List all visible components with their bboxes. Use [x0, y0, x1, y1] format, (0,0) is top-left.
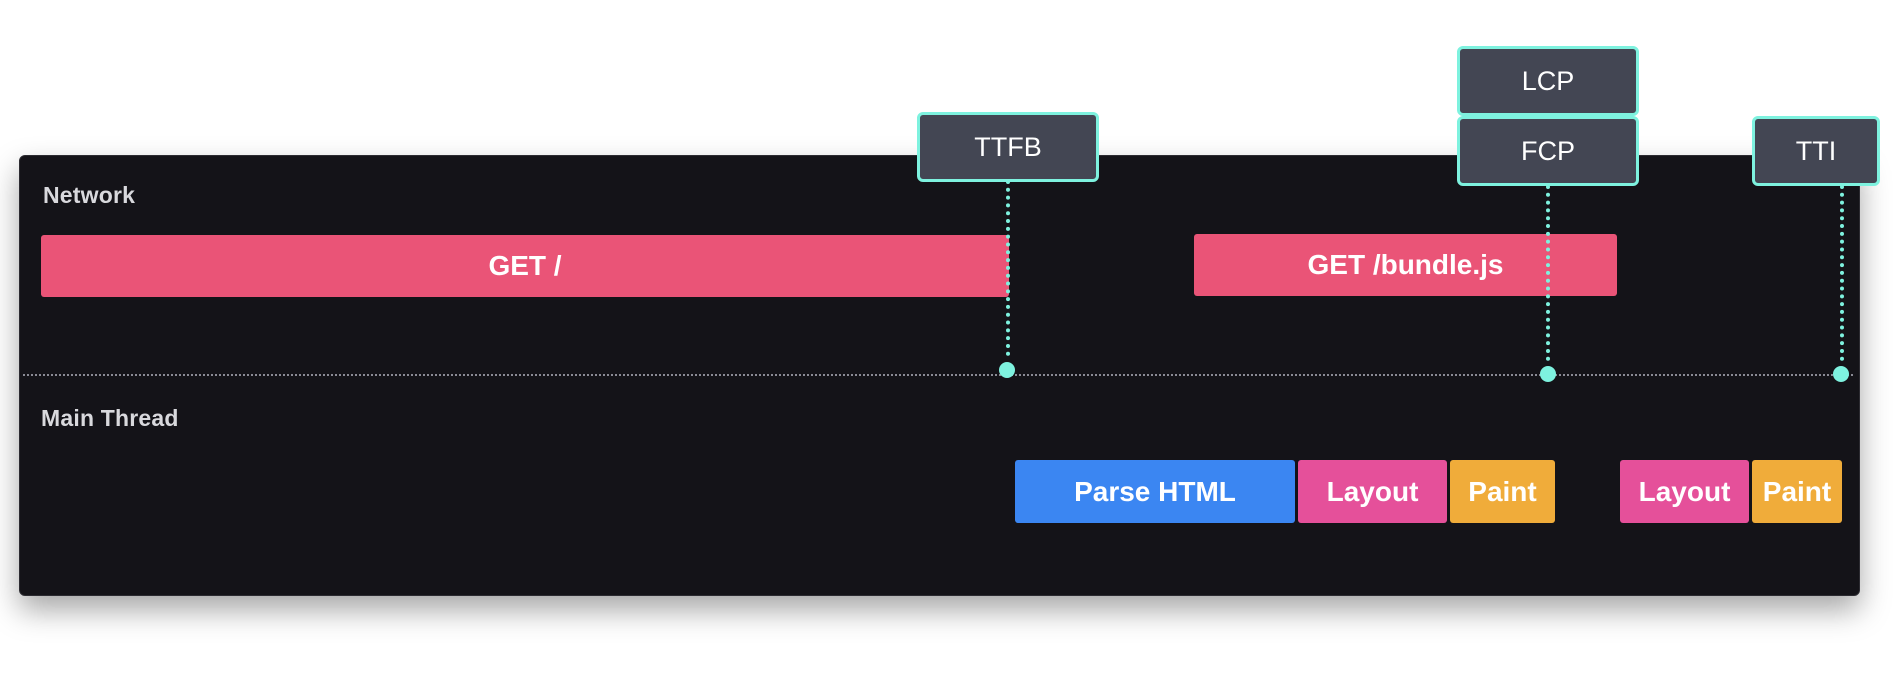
lane-label-network: Network [43, 182, 136, 208]
tti-marker-dot [1833, 366, 1849, 382]
network-task-get-root[interactable]: GET / [41, 235, 1009, 297]
main-task-paint[interactable]: Paint [1450, 460, 1555, 523]
lane-label-main-thread: Main Thread [41, 405, 179, 431]
fcp-marker-dot [1540, 366, 1556, 382]
marker-lcp[interactable]: LCP [1457, 46, 1639, 116]
ttfb-marker-line [1006, 180, 1010, 356]
main-task-paint[interactable]: Paint [1752, 460, 1842, 523]
main-task-layout[interactable]: Layout [1298, 460, 1447, 523]
lane-divider [23, 374, 1853, 376]
marker-ttfb[interactable]: TTFB [917, 112, 1099, 182]
main-task-layout[interactable]: Layout [1620, 460, 1749, 523]
marker-tti[interactable]: TTI [1752, 116, 1880, 186]
ttfb-marker-dot [999, 362, 1015, 378]
fcp-marker-line [1546, 185, 1550, 361]
main-task-parse-html[interactable]: Parse HTML [1015, 460, 1295, 523]
tti-marker-line [1840, 185, 1844, 361]
marker-fcp[interactable]: FCP [1457, 116, 1639, 186]
network-task-get-bundle[interactable]: GET /bundle.js [1194, 234, 1617, 296]
